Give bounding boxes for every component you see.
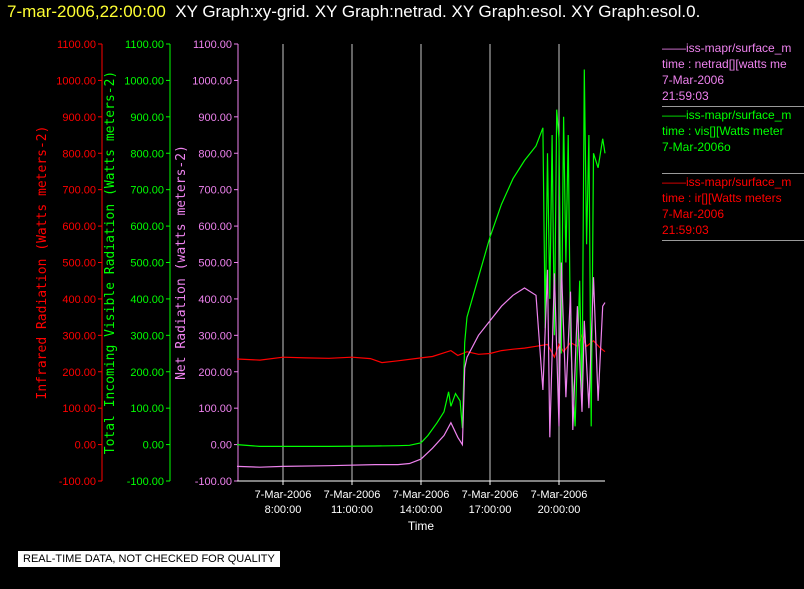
y-tick-label-ir: 500.00 bbox=[62, 258, 96, 270]
y-tick-label-ir: 400.00 bbox=[62, 294, 96, 306]
y-tick-label-vis: 400.00 bbox=[130, 294, 164, 306]
y-axis-label-netrad: Net Radiation (watts meters-2) bbox=[174, 145, 189, 380]
y-tick-label-netrad: 400.00 bbox=[198, 294, 232, 306]
y-tick-label-netrad: 800.00 bbox=[198, 148, 232, 160]
legend-line: ——iss-mapr/surface_m bbox=[662, 108, 792, 122]
y-tick-label-netrad: 900.00 bbox=[198, 112, 232, 124]
y-axis-label-vis: Total Incoming Visible Radiation (Watts … bbox=[103, 71, 118, 455]
y-tick-label-vis: 1000.00 bbox=[124, 75, 164, 87]
y-tick-label-vis: 800.00 bbox=[130, 148, 164, 160]
x-tick-label-time: 11:00:00 bbox=[331, 504, 373, 516]
x-tick-label-date: 7-Mar-2006 bbox=[324, 489, 381, 501]
x-tick-label-date: 7-Mar-2006 bbox=[255, 489, 312, 501]
x-tick-label-date: 7-Mar-2006 bbox=[462, 489, 519, 501]
y-tick-label-netrad: 0.00 bbox=[211, 440, 232, 452]
y-tick-label-vis: 600.00 bbox=[130, 221, 164, 233]
legend-line: 7-Mar-2006 bbox=[662, 73, 725, 87]
y-tick-label-ir: 200.00 bbox=[62, 367, 96, 379]
y-tick-label-vis: 200.00 bbox=[130, 367, 164, 379]
legend-entry: ——iss-mapr/surface_mtime : vis[][Watts m… bbox=[662, 107, 804, 174]
legend-entry: ——iss-mapr/surface_mtime : ir[][Watts me… bbox=[662, 174, 804, 241]
x-tick-label-date: 7-Mar-2006 bbox=[531, 489, 588, 501]
y-tick-label-vis: 500.00 bbox=[130, 258, 164, 270]
x-tick-label-time: 8:00:00 bbox=[265, 504, 302, 516]
x-tick-label-time: 17:00:00 bbox=[469, 504, 512, 516]
y-tick-label-ir: 0.00 bbox=[75, 440, 96, 452]
legend-line: time : vis[][Watts meter bbox=[662, 124, 784, 138]
y-tick-label-ir: 600.00 bbox=[62, 221, 96, 233]
y-tick-label-netrad: 200.00 bbox=[198, 367, 232, 379]
y-tick-label-ir: 900.00 bbox=[62, 112, 96, 124]
y-tick-label-ir: 300.00 bbox=[62, 330, 96, 342]
legend-line: time : netrad[][watts me bbox=[662, 57, 787, 71]
y-tick-label-netrad: 1000.00 bbox=[192, 75, 232, 87]
legend-line: ——iss-mapr/surface_m bbox=[662, 41, 792, 55]
x-axis: 7-Mar-2006 8:00:00 7-Mar-2006 11:00:00 7-Mar… bbox=[237, 480, 605, 533]
quality-note: REAL-TIME DATA, NOT CHECKED FOR QUALITY bbox=[18, 551, 280, 567]
y-tick-label-netrad: 300.00 bbox=[198, 330, 232, 342]
y-axes: -100.00 0.00 100.00 200.00 300.00 400.00 500.0… bbox=[35, 39, 239, 488]
y-tick-label-netrad: 700.00 bbox=[198, 185, 232, 197]
x-tick-label-date: 7-Mar-2006 bbox=[393, 489, 450, 501]
y-tick-label-netrad: 100.00 bbox=[198, 403, 232, 415]
y-tick-label-ir: 800.00 bbox=[62, 148, 96, 160]
y-tick-label-ir: 1000.00 bbox=[56, 75, 96, 87]
legend-line: 21:59:03 bbox=[662, 223, 709, 237]
y-tick-label-vis: 0.00 bbox=[143, 440, 164, 452]
y-tick-label-vis: 300.00 bbox=[130, 330, 164, 342]
y-tick-label-netrad: 600.00 bbox=[198, 221, 232, 233]
legend-line: time : ir[][Watts meters bbox=[662, 191, 782, 205]
y-tick-label-vis: 900.00 bbox=[130, 112, 164, 124]
y-tick-label-vis: -100.00 bbox=[127, 476, 164, 488]
y-axis-label-ir: Infrared Radiation (Watts meters-2) bbox=[35, 126, 50, 400]
y-tick-label-ir: 700.00 bbox=[62, 185, 96, 197]
y-tick-label-vis: 100.00 bbox=[130, 403, 164, 415]
legend-line: 7-Mar-2006o bbox=[662, 140, 731, 154]
x-axis-label: Time bbox=[408, 519, 435, 533]
legend-spacer bbox=[662, 155, 804, 171]
y-tick-label-netrad: 500.00 bbox=[198, 258, 232, 270]
x-tick-label-time: 14:00:00 bbox=[400, 504, 443, 516]
y-tick-label-vis: 700.00 bbox=[130, 185, 164, 197]
legend-line: ——iss-mapr/surface_m bbox=[662, 175, 792, 189]
y-tick-label-ir: -100.00 bbox=[59, 476, 96, 488]
y-tick-label-vis: 1100.00 bbox=[125, 39, 164, 51]
x-tick-label-time: 20:00:00 bbox=[538, 504, 581, 516]
legend-entry: ——iss-mapr/surface_mtime : netrad[][watt… bbox=[662, 40, 804, 107]
legend-line: 7-Mar-2006 bbox=[662, 207, 725, 221]
legend: ——iss-mapr/surface_mtime : netrad[][watt… bbox=[662, 40, 804, 241]
y-tick-label-ir: 1100.00 bbox=[57, 39, 96, 51]
y-tick-label-ir: 100.00 bbox=[62, 403, 96, 415]
y-tick-label-netrad: 1100.00 bbox=[193, 39, 232, 51]
legend-line: 21:59:03 bbox=[662, 89, 709, 103]
y-tick-label-netrad: -100.00 bbox=[195, 476, 232, 488]
x-gridlines bbox=[282, 44, 560, 481]
